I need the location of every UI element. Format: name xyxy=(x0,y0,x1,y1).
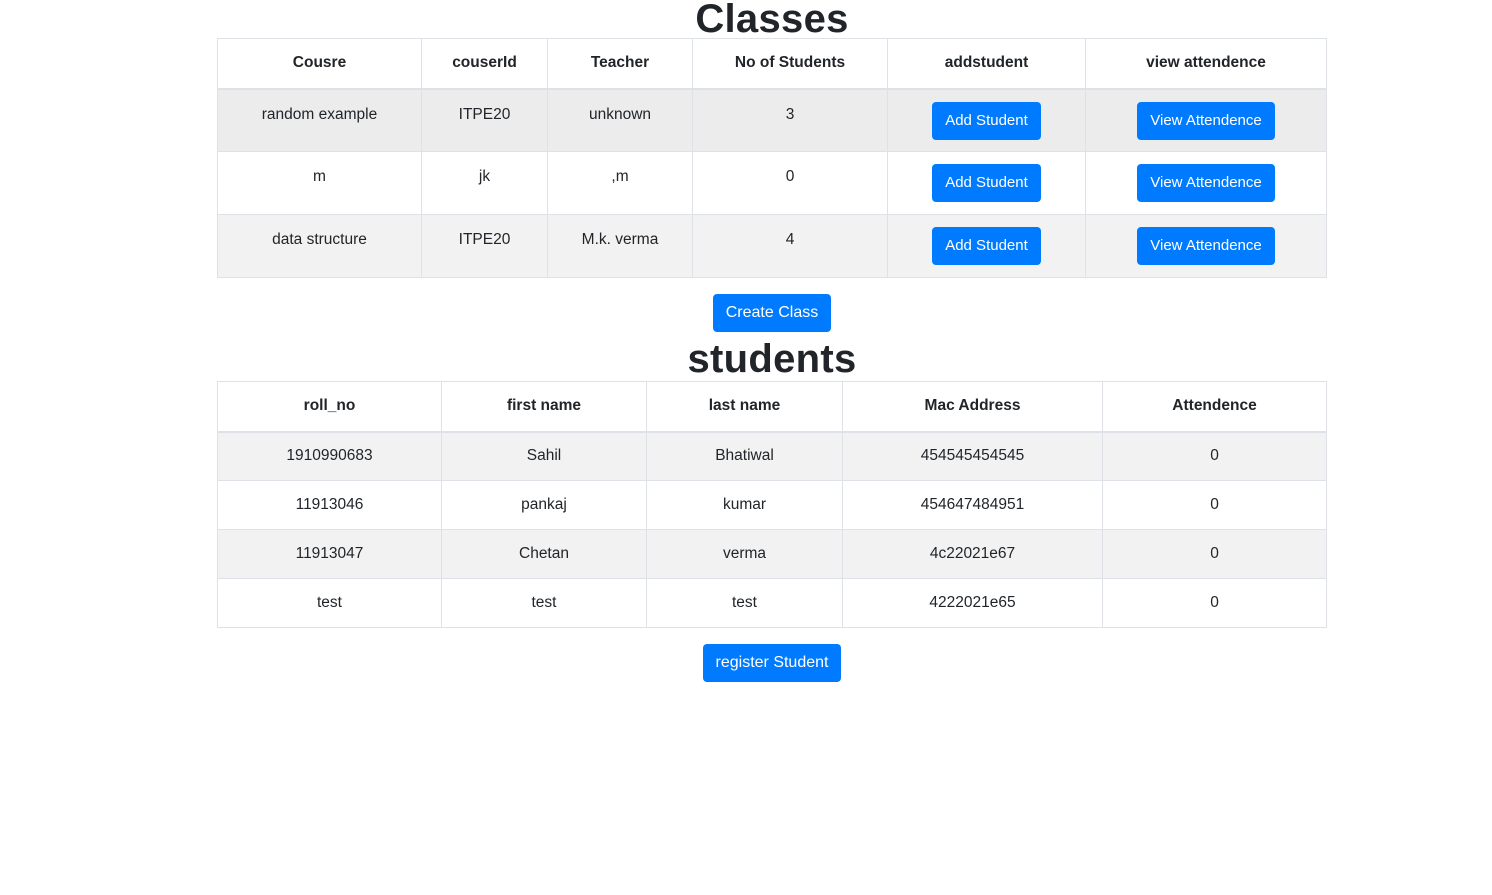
add-student-cell: Add Student xyxy=(887,214,1086,278)
student-roll-no: test xyxy=(217,578,442,628)
create-class-row: Create Class xyxy=(217,278,1327,333)
student-last-name: verma xyxy=(646,529,843,579)
student-attendence: 0 xyxy=(1102,431,1327,481)
register-student-button[interactable]: register Student xyxy=(702,644,842,682)
add-student-cell: Add Student xyxy=(887,88,1086,152)
column-header-view-attendence: view attendence xyxy=(1085,38,1327,90)
class-course-id: ITPE20 xyxy=(421,88,548,152)
column-header-roll-no: roll_no xyxy=(217,381,442,433)
class-num-students: 0 xyxy=(692,151,888,215)
class-row: m jk ,m 0 Add Student View Attendence xyxy=(217,151,1327,215)
column-header-last-name: last name xyxy=(646,381,843,433)
view-attendence-cell: View Attendence xyxy=(1085,151,1327,215)
student-mac-address: 454545454545 xyxy=(842,431,1103,481)
class-row: random example ITPE20 unknown 3 Add Stud… xyxy=(217,88,1327,152)
student-roll-no: 11913046 xyxy=(217,480,442,530)
student-last-name: test xyxy=(646,578,843,628)
class-teacher: unknown xyxy=(547,88,693,152)
classes-table: Cousre couserId Teacher No of Students a… xyxy=(217,38,1327,278)
classes-header-row: Cousre couserId Teacher No of Students a… xyxy=(217,38,1327,90)
students-table: roll_no first name last name Mac Address… xyxy=(217,381,1327,628)
view-attendence-button[interactable]: View Attendence xyxy=(1137,101,1275,140)
create-class-button[interactable]: Create Class xyxy=(712,294,832,332)
class-course: m xyxy=(217,151,422,215)
student-last-name: kumar xyxy=(646,480,843,530)
student-roll-no: 11913047 xyxy=(217,529,442,579)
column-header-course-id: couserId xyxy=(421,38,548,90)
class-course: random example xyxy=(217,88,422,152)
column-header-mac-address: Mac Address xyxy=(842,381,1103,433)
student-mac-address: 454647484951 xyxy=(842,480,1103,530)
student-last-name: Bhatiwal xyxy=(646,431,843,481)
class-row: data structure ITPE20 M.k. verma 4 Add S… xyxy=(217,214,1327,278)
column-header-num-students: No of Students xyxy=(692,38,888,90)
view-attendence-button[interactable]: View Attendence xyxy=(1137,164,1275,202)
student-attendence: 0 xyxy=(1102,578,1327,628)
student-attendence: 0 xyxy=(1102,480,1327,530)
student-row: test test test 4222021e65 0 xyxy=(217,578,1327,628)
students-heading: students xyxy=(687,337,857,381)
student-attendence: 0 xyxy=(1102,529,1327,579)
student-first-name: Sahil xyxy=(441,431,647,481)
view-attendence-cell: View Attendence xyxy=(1085,214,1327,278)
class-num-students: 3 xyxy=(692,88,888,152)
view-attendence-cell: View Attendence xyxy=(1085,88,1327,152)
add-student-button[interactable]: Add Student xyxy=(932,101,1041,140)
student-first-name: Chetan xyxy=(441,529,647,579)
page-container: Classes Cousre couserId Teacher No of St… xyxy=(217,0,1327,682)
student-row: 1910990683 Sahil Bhatiwal 454545454545 0 xyxy=(217,431,1327,481)
student-mac-address: 4c22021e67 xyxy=(842,529,1103,579)
class-num-students: 4 xyxy=(692,214,888,278)
class-course-id: jk xyxy=(421,151,548,215)
students-header-row: roll_no first name last name Mac Address… xyxy=(217,381,1327,433)
column-header-course: Cousre xyxy=(217,38,422,90)
student-row: 11913047 Chetan verma 4c22021e67 0 xyxy=(217,529,1327,579)
column-header-first-name: first name xyxy=(441,381,647,433)
column-header-attendence: Attendence xyxy=(1102,381,1327,433)
add-student-cell: Add Student xyxy=(887,151,1086,215)
student-roll-no: 1910990683 xyxy=(217,431,442,481)
view-attendence-button[interactable]: View Attendence xyxy=(1137,227,1275,265)
classes-heading: Classes xyxy=(695,0,849,41)
student-first-name: test xyxy=(441,578,647,628)
student-row: 11913046 pankaj kumar 454647484951 0 xyxy=(217,480,1327,530)
student-mac-address: 4222021e65 xyxy=(842,578,1103,628)
register-student-row: register Student xyxy=(217,628,1327,682)
add-student-button[interactable]: Add Student xyxy=(932,164,1041,202)
student-first-name: pankaj xyxy=(441,480,647,530)
class-course: data structure xyxy=(217,214,422,278)
add-student-button[interactable]: Add Student xyxy=(932,227,1041,265)
class-course-id: ITPE20 xyxy=(421,214,548,278)
class-teacher: ,m xyxy=(547,151,693,215)
column-header-add-student: addstudent xyxy=(887,38,1086,90)
column-header-teacher: Teacher xyxy=(547,38,693,90)
class-teacher: M.k. verma xyxy=(547,214,693,278)
